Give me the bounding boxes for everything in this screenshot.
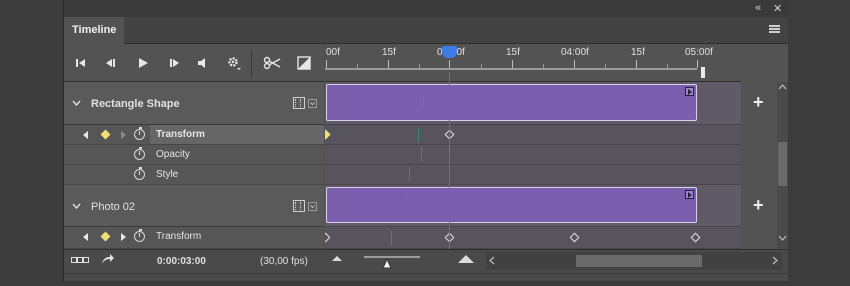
property-row-opacity[interactable]: Opacity bbox=[64, 145, 324, 165]
ruler-label: 15f bbox=[506, 47, 520, 58]
track-lane-transform bbox=[325, 227, 741, 249]
stopwatch-icon[interactable] bbox=[134, 167, 145, 180]
keyframe-marker[interactable] bbox=[569, 232, 580, 243]
track-lane-opacity bbox=[325, 145, 741, 165]
track-lane-rectangle-shape bbox=[325, 82, 741, 125]
chevron-left-icon[interactable] bbox=[489, 256, 495, 265]
layer-row-rectangle-shape[interactable]: Rectangle Shape bbox=[64, 82, 324, 125]
add-media-plus-icon[interactable]: + bbox=[753, 195, 764, 216]
panel-title-bar: « ✕ bbox=[64, 0, 788, 17]
stopwatch-icon[interactable] bbox=[134, 127, 145, 140]
previous-keyframe-icon[interactable] bbox=[83, 131, 88, 139]
film-strip-icon[interactable] bbox=[293, 97, 305, 109]
resize-grip[interactable] bbox=[64, 273, 788, 281]
frame-mode-icon[interactable] bbox=[71, 257, 89, 263]
playhead-line[interactable] bbox=[449, 72, 450, 249]
zoom-slider-thumb[interactable] bbox=[382, 258, 392, 269]
chevron-down-icon[interactable] bbox=[778, 235, 787, 241]
chevron-up-icon[interactable] bbox=[778, 84, 787, 90]
chevron-down-icon[interactable] bbox=[72, 203, 81, 209]
layer-name: Rectangle Shape bbox=[91, 98, 180, 110]
scrollbar-thumb[interactable] bbox=[778, 142, 787, 186]
clip-rectangle-shape[interactable] bbox=[326, 84, 697, 121]
render-video-arrow-icon[interactable] bbox=[101, 253, 115, 265]
next-frame-icon[interactable] bbox=[167, 56, 181, 70]
chevron-down-icon[interactable] bbox=[72, 100, 81, 106]
timeline-footer: 0:00:03:00 (30,00 fps) bbox=[64, 249, 788, 273]
keyframe-marker[interactable] bbox=[325, 129, 331, 140]
track-lane-photo-02 bbox=[325, 185, 741, 227]
previous-frame-icon[interactable] bbox=[104, 56, 118, 70]
ruler-label: 04:00f bbox=[561, 47, 589, 58]
clip-end-icon[interactable] bbox=[685, 87, 694, 96]
panel-menu-icon[interactable] bbox=[769, 25, 780, 34]
track-lane-style bbox=[325, 165, 741, 185]
audio-icon[interactable] bbox=[195, 56, 209, 70]
property-row-transform[interactable]: Transform bbox=[64, 227, 324, 249]
layer-row-photo-02[interactable]: Photo 02 bbox=[64, 185, 324, 227]
property-label: Transform bbox=[156, 231, 202, 242]
add-keyframe-icon[interactable] bbox=[100, 231, 111, 242]
chevron-down-icon[interactable] bbox=[308, 202, 317, 211]
chevron-right-icon[interactable] bbox=[772, 256, 778, 265]
add-media-plus-icon[interactable]: + bbox=[753, 92, 764, 113]
ruler-label: 15f bbox=[382, 47, 396, 58]
track-actions: + + bbox=[741, 44, 788, 249]
work-area-bar[interactable] bbox=[325, 68, 697, 70]
timeline-track-area[interactable]: 00f 15f 01:00f 15f 04:00f 15f 05:00f bbox=[325, 44, 741, 249]
scrollbar-thumb[interactable] bbox=[576, 255, 702, 267]
next-keyframe-icon[interactable] bbox=[121, 131, 126, 139]
time-ruler[interactable]: 00f 15f 01:00f 15f 04:00f 15f 05:00f bbox=[325, 44, 741, 82]
frame-rate: (30,00 fps) bbox=[260, 256, 308, 267]
horizontal-scrollbar[interactable] bbox=[486, 252, 782, 270]
property-label: Opacity bbox=[156, 149, 190, 160]
tab-row: Timeline bbox=[64, 17, 788, 44]
split-scissors-icon[interactable] bbox=[263, 56, 281, 70]
keyframe-marker[interactable] bbox=[325, 232, 331, 243]
current-time[interactable]: 0:00:03:00 bbox=[157, 256, 206, 267]
ruler-label: 05:00f bbox=[685, 47, 713, 58]
close-icon[interactable]: ✕ bbox=[773, 2, 782, 15]
film-strip-icon[interactable] bbox=[293, 200, 305, 212]
stopwatch-icon[interactable] bbox=[134, 229, 145, 242]
property-label: Transform bbox=[156, 129, 205, 140]
keyframe-marker[interactable] bbox=[690, 232, 701, 243]
zoom-in-mountain-icon[interactable] bbox=[458, 255, 474, 263]
previous-keyframe-icon[interactable] bbox=[83, 233, 88, 241]
work-area-end-handle[interactable] bbox=[700, 66, 706, 79]
property-row-transform[interactable]: Transform bbox=[64, 125, 324, 145]
ruler-label: 15f bbox=[631, 47, 645, 58]
property-label: Style bbox=[156, 169, 179, 180]
clip-photo-02[interactable] bbox=[326, 187, 697, 223]
timeline-panel: « ✕ Timeline Rectangle Shape Transform O… bbox=[63, 0, 788, 281]
vertical-scrollbar[interactable] bbox=[777, 82, 788, 249]
settings-gear-icon[interactable] bbox=[227, 56, 241, 70]
play-icon[interactable] bbox=[136, 56, 150, 70]
stopwatch-icon[interactable] bbox=[134, 147, 145, 160]
ruler-label: 00f bbox=[326, 47, 340, 58]
zoom-slider-track[interactable] bbox=[364, 256, 420, 258]
tab-timeline[interactable]: Timeline bbox=[64, 17, 124, 44]
clip-end-icon[interactable] bbox=[685, 190, 694, 199]
track-lane-transform bbox=[325, 125, 741, 145]
divider bbox=[251, 50, 252, 78]
collapse-icon[interactable]: « bbox=[755, 2, 761, 14]
layer-name: Photo 02 bbox=[91, 201, 136, 213]
transition-icon[interactable] bbox=[297, 56, 311, 70]
zoom-out-mountain-icon[interactable] bbox=[332, 256, 342, 261]
property-row-style[interactable]: Style bbox=[64, 165, 324, 185]
playback-controls bbox=[64, 44, 324, 82]
chevron-down-icon[interactable] bbox=[308, 99, 317, 108]
add-keyframe-icon[interactable] bbox=[100, 129, 111, 140]
playhead-handle[interactable] bbox=[442, 46, 457, 58]
go-to-first-frame-icon[interactable] bbox=[74, 56, 88, 70]
next-keyframe-icon[interactable] bbox=[121, 233, 126, 241]
